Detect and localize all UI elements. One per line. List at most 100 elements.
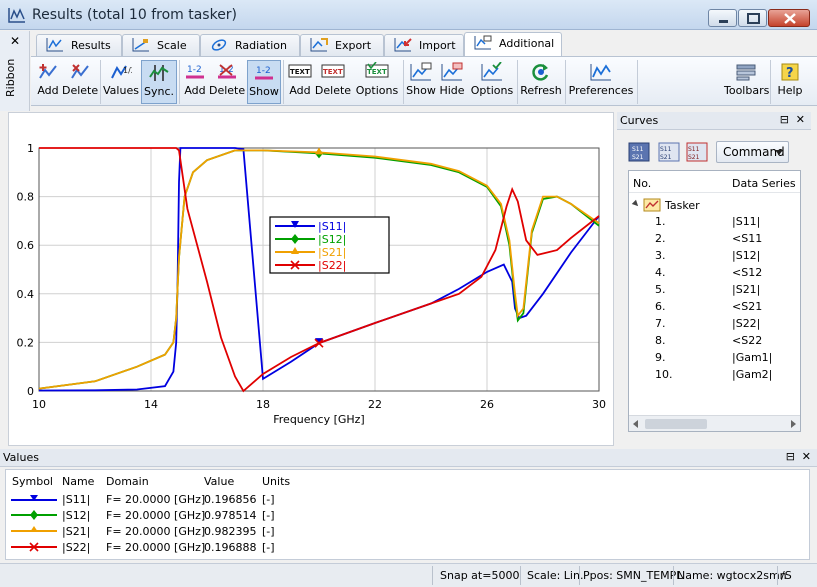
svg-text:1-2: 1-2	[256, 66, 271, 76]
minimize-button[interactable]	[708, 9, 737, 27]
tab-label: Radiation	[235, 39, 287, 52]
show-marker-button[interactable]: 1-2 Show	[247, 60, 281, 104]
row-number: 6.	[655, 300, 666, 313]
scrollbar-thumb[interactable]	[645, 419, 707, 429]
refresh-button[interactable]: Refresh	[519, 60, 563, 104]
tree-row[interactable]: 8. <S22	[629, 332, 800, 349]
values-panel: Values ⊟ ✕ Symbol Name Domain Value Unit…	[0, 449, 817, 562]
button-label: Refresh	[520, 84, 562, 97]
tab-additional[interactable]: Additional	[464, 32, 562, 57]
chart-folder-icon	[643, 198, 661, 212]
tree-row[interactable]: 3. |S12|	[629, 247, 800, 264]
horizontal-scrollbar[interactable]	[629, 415, 800, 431]
delete-text-button[interactable]: TEXT Delete	[314, 60, 352, 104]
tree-row[interactable]: 2. <S11	[629, 230, 800, 247]
hide-legend-button[interactable]: Hide	[437, 60, 467, 104]
tree-row[interactable]: 4. <S12	[629, 264, 800, 281]
row-series: |Gam2|	[732, 368, 773, 381]
ribbon-tabs: Results Scale Radiation Export Import Ad…	[31, 32, 817, 57]
value-domain: F= 20.0000 [GHz]	[106, 509, 206, 522]
tab-scale[interactable]: Scale	[122, 34, 200, 56]
tab-label: Additional	[499, 37, 555, 50]
close-icon[interactable]: ✕	[802, 450, 811, 463]
button-label: Options	[470, 84, 514, 97]
curves-panel: Curves ⊟ ✕ S11 S21 S11 S21 S11 S21 Command …	[617, 112, 811, 446]
values-button[interactable]: 1/2 Values	[103, 60, 139, 104]
expand-icon[interactable]	[631, 199, 641, 209]
x-tick-label: 26	[480, 398, 494, 411]
button-label: Delete	[314, 84, 352, 97]
svg-text:?: ?	[786, 66, 794, 81]
s11-s21-icon[interactable]: S11S21	[628, 142, 650, 162]
row-number: 5.	[655, 283, 666, 296]
ribbon-separator	[100, 60, 101, 104]
plot-area[interactable]: 10 14 18 22 26 30 0 0.2 0.4 0.6 0.8 1 Frequency [GHz…	[8, 112, 614, 446]
close-icon[interactable]: ✕	[796, 113, 805, 126]
y-tick-label: 0.6	[17, 239, 35, 252]
value-name: |S21|	[62, 525, 91, 538]
tree-row[interactable]: 10. |Gam2|	[629, 366, 800, 383]
pin-icon[interactable]: ⊟	[780, 113, 789, 126]
column-no: No.	[633, 177, 652, 190]
sync-button[interactable]: Sync.	[141, 60, 177, 104]
scroll-right-icon[interactable]	[791, 420, 796, 428]
ribbon-separator	[637, 60, 638, 104]
row-series: <S12	[732, 266, 763, 279]
delete-marker-button[interactable]: 1-2 Delete	[209, 60, 245, 104]
maximize-button[interactable]	[738, 9, 767, 27]
add-text-button[interactable]: TEXT Add	[286, 60, 314, 104]
legend-options-button[interactable]: Options	[469, 60, 515, 104]
add-curve-button[interactable]: Add	[34, 60, 62, 104]
value-units: [-]	[262, 509, 275, 522]
curves-panel-title: Curves	[620, 114, 659, 127]
scroll-left-icon[interactable]	[633, 420, 638, 428]
tree-row[interactable]: 6. <S21	[629, 298, 800, 315]
button-label: Hide	[439, 84, 465, 97]
help-button[interactable]: ? Help	[775, 60, 805, 104]
tree-row[interactable]: 5. |S21|	[629, 281, 800, 298]
add-marker-button[interactable]: 1-2 Add	[181, 60, 209, 104]
s11-s21-red-icon[interactable]: S11S21	[686, 142, 708, 162]
toolbars-button[interactable]: Toolbars	[724, 60, 769, 104]
row-number: 1.	[655, 215, 666, 228]
row-series: |Gam1|	[732, 351, 773, 364]
tree-row[interactable]: 1. |S11|	[629, 213, 800, 230]
ribbon-close-icon[interactable]: ✕	[10, 34, 20, 48]
y-tick-label: 0.8	[17, 191, 35, 204]
legend-options-icon	[481, 62, 502, 81]
tab-export[interactable]: Export	[300, 34, 384, 56]
legend-label: |S22|	[318, 259, 346, 272]
svg-text:S11: S11	[632, 146, 644, 153]
delete-curve-button[interactable]: Delete	[62, 60, 98, 104]
ribbon-separator	[770, 60, 771, 104]
value-number: 0.196856	[204, 493, 257, 506]
tab-import[interactable]: Import	[384, 34, 464, 56]
y-tick-label: 1	[27, 142, 34, 155]
values-table: Symbol Name Domain Value Units |S11| F= …	[5, 469, 810, 560]
legend-label: |S12|	[318, 233, 346, 246]
close-icon	[784, 13, 796, 24]
s-parameter-chart[interactable]: 10 14 18 22 26 30 0 0.2 0.4 0.6 0.8 1 Frequency [GHz…	[9, 113, 615, 447]
row-series: <S11	[732, 232, 763, 245]
button-label: Preferences	[568, 84, 634, 97]
pin-icon[interactable]: ⊟	[786, 450, 795, 463]
column-name: Name	[62, 475, 95, 488]
close-window-button[interactable]	[768, 9, 810, 27]
column-units: Units	[262, 475, 291, 488]
import-icon	[394, 38, 412, 52]
value-domain: F= 20.0000 [GHz]	[106, 493, 206, 506]
tab-results[interactable]: Results	[36, 34, 122, 56]
legend-label: |S11|	[318, 220, 346, 233]
row-number: 2.	[655, 232, 666, 245]
show-legend-button[interactable]: Show	[405, 60, 437, 104]
status-ppos: Ppos: SMN_TEMPL	[583, 569, 683, 582]
text-options-button[interactable]: TEXT Options	[353, 60, 401, 104]
command-dropdown[interactable]: Command	[716, 141, 789, 163]
s12-symbol-icon	[11, 510, 57, 520]
tree-row[interactable]: 7. |S22|	[629, 315, 800, 332]
curves-tree[interactable]: No. Data Series Tasker 1. |S11| 2. <S11 3.…	[628, 170, 801, 432]
tab-radiation[interactable]: Radiation	[200, 34, 300, 56]
preferences-button[interactable]: Preferences	[567, 60, 635, 104]
s11-s21-alt-icon[interactable]: S11S21	[658, 142, 680, 162]
tree-row[interactable]: 9. |Gam1|	[629, 349, 800, 366]
